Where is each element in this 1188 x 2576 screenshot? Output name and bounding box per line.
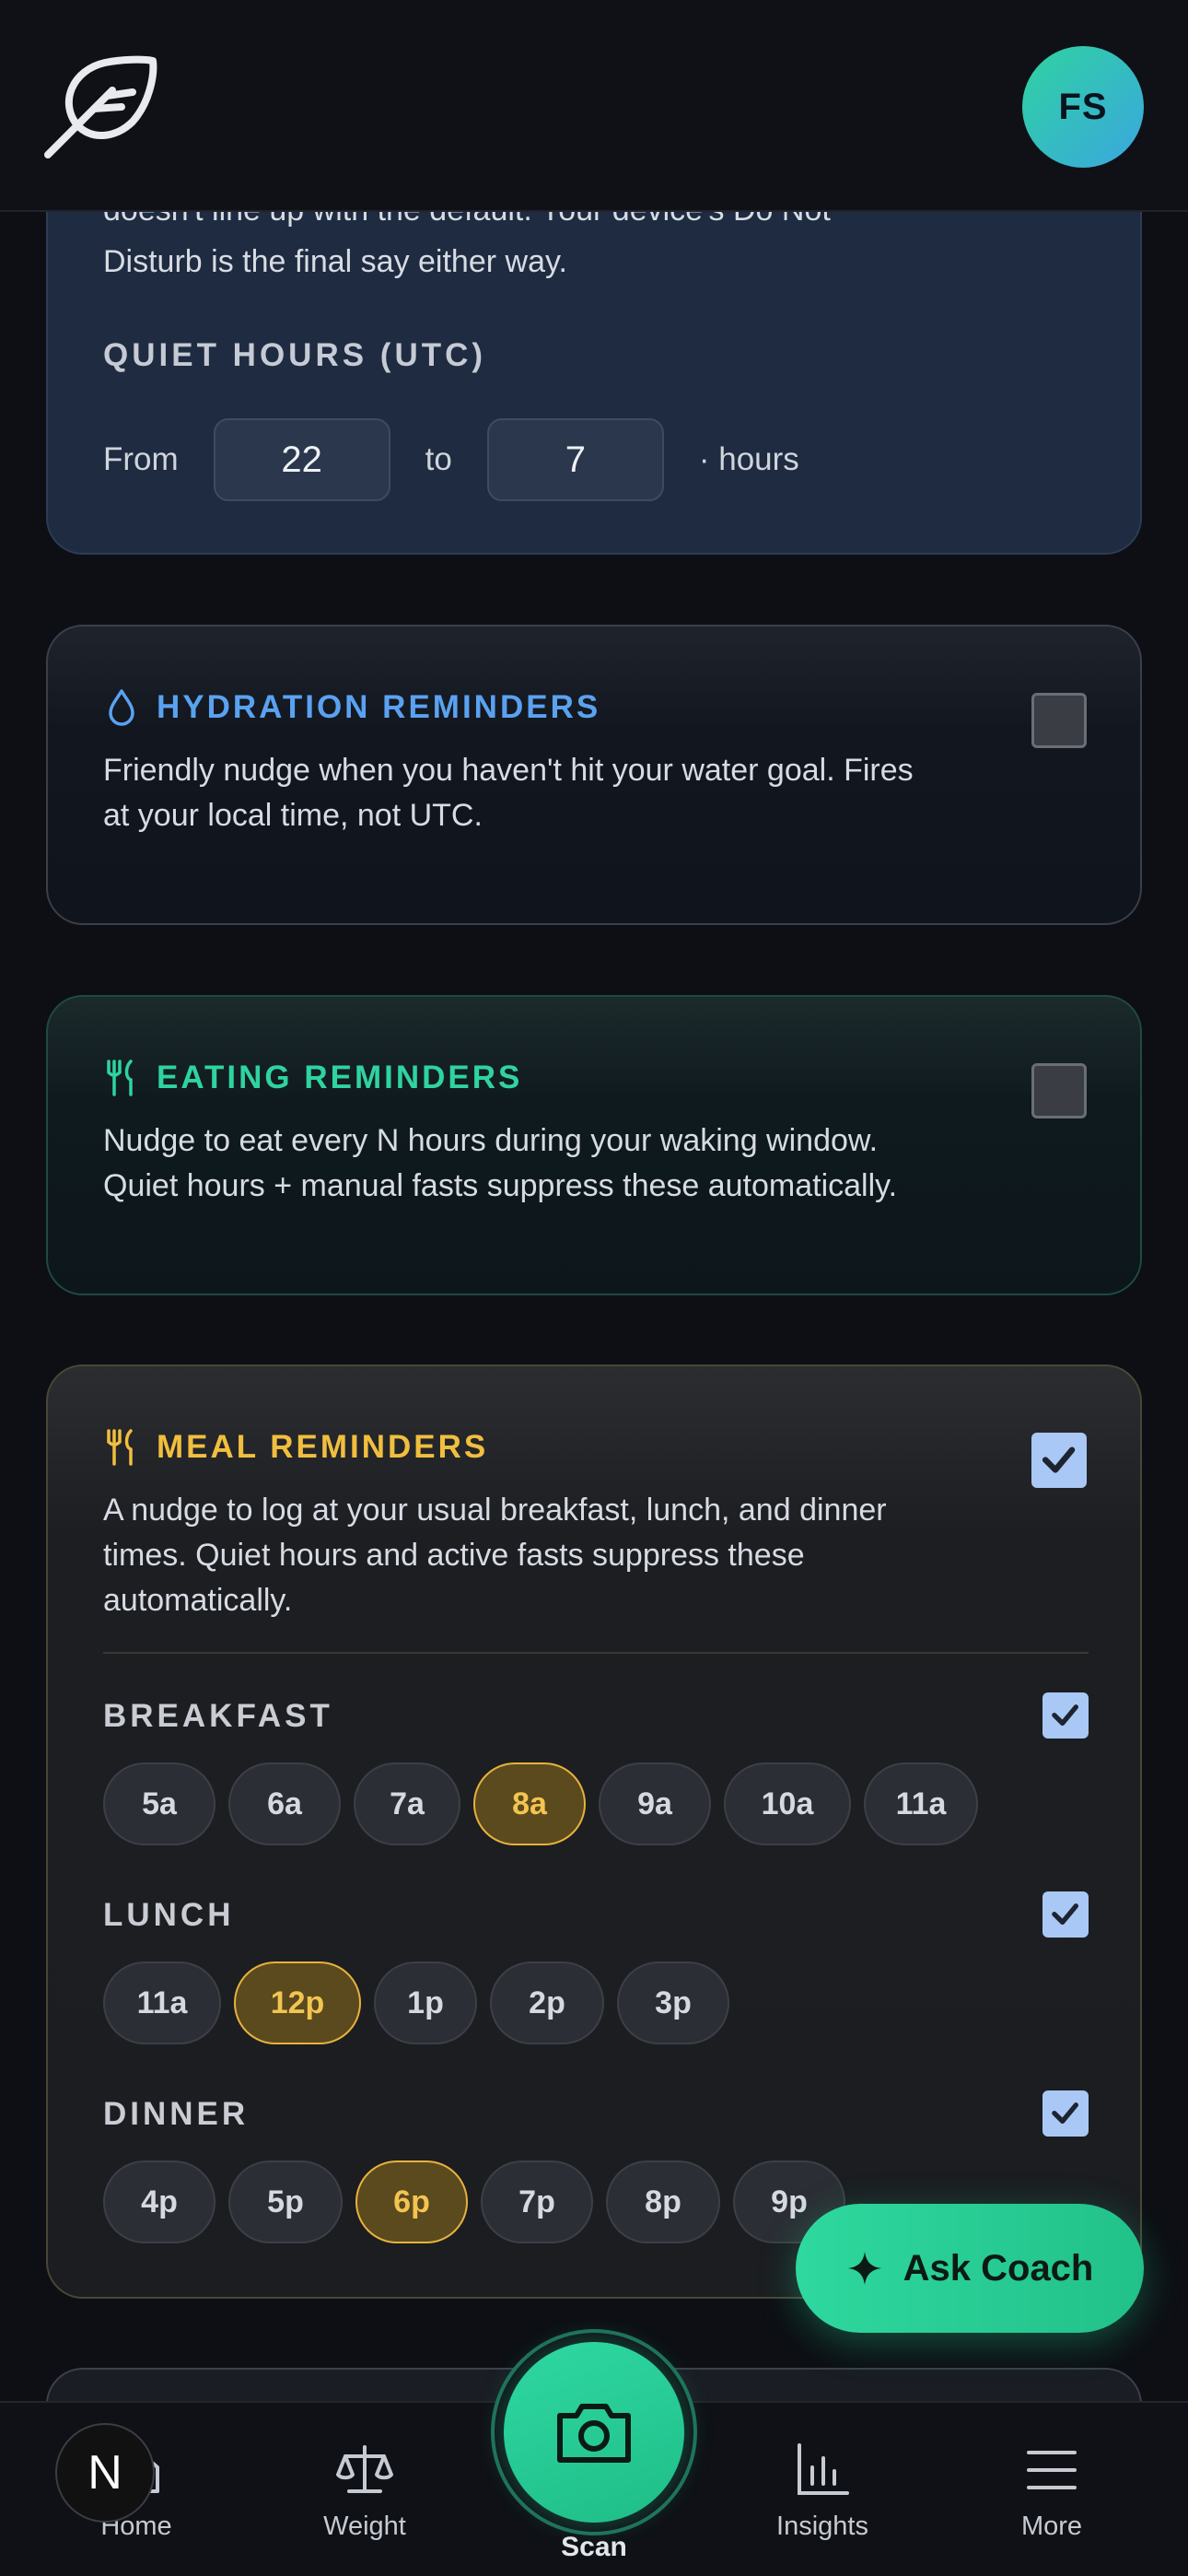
quiet-intro-line2: Disturb is the final say either way. — [103, 244, 567, 279]
dinner-chip[interactable]: 7p — [481, 2160, 593, 2243]
lunch-chip[interactable]: 2p — [490, 1961, 604, 2044]
n-badge-icon[interactable]: N — [55, 2423, 155, 2523]
ask-coach-label: Ask Coach — [903, 2247, 1094, 2289]
scan-label: Scan — [561, 2532, 627, 2562]
to-label: to — [425, 441, 452, 477]
meal-desc-line1: A nudge to log at your usual breakfast, … — [103, 1493, 887, 1528]
eating-title-row: EATING REMINDERS — [103, 1058, 522, 1098]
lunch-chip[interactable]: 1p — [374, 1961, 477, 2044]
breakfast-checkbox[interactable] — [1042, 1692, 1089, 1739]
meal-toggle-checkbox[interactable] — [1031, 1433, 1087, 1488]
eating-desc-line2: Quiet hours + manual fasts suppress thes… — [103, 1168, 898, 1203]
breakfast-time-chips: 5a 6a 7a 8a 9a 10a 11a — [103, 1762, 978, 1845]
dinner-chip[interactable]: 4p — [103, 2160, 215, 2243]
hydration-toggle-checkbox[interactable] — [1031, 693, 1087, 748]
meal-desc-line3: automatically. — [103, 1583, 293, 1618]
check-icon — [1052, 1704, 1079, 1727]
scale-icon — [336, 2445, 393, 2493]
hydration-title-row: HYDRATION REMINDERS — [103, 687, 600, 728]
nav-weight-label: Weight — [323, 2512, 406, 2541]
dinner-chip-selected[interactable]: 6p — [355, 2160, 468, 2243]
hydration-desc-line2: at your local time, not UTC. — [103, 798, 483, 833]
quiet-hours-label: QUIET HOURS (UTC) — [103, 337, 487, 373]
app-header: FS — [0, 0, 1188, 212]
meal-desc-line2: times. Quiet hours and active fasts supp… — [103, 1538, 805, 1573]
nav-insights-label: Insights — [776, 2512, 868, 2541]
quiet-from-input[interactable]: 22 — [213, 418, 390, 501]
check-icon — [1052, 1903, 1079, 1926]
lunch-chip-selected[interactable]: 12p — [234, 1961, 361, 2044]
nav-more-label: More — [1020, 2512, 1083, 2541]
breakfast-chip-selected[interactable]: 8a — [473, 1762, 586, 1845]
menu-icon — [1027, 2451, 1077, 2489]
check-icon — [1052, 2102, 1079, 2125]
breakfast-chip[interactable]: 11a — [864, 1762, 978, 1845]
dinner-chip[interactable]: 8p — [606, 2160, 720, 2243]
breakfast-chip[interactable]: 9a — [599, 1762, 711, 1845]
lunch-time-chips: 11a 12p 1p 2p 3p — [103, 1961, 729, 2044]
lunch-chip[interactable]: 3p — [617, 1961, 729, 2044]
hours-suffix: · hours — [698, 441, 799, 477]
fork-knife-icon — [107, 1060, 133, 1096]
fork-knife-icon — [107, 1429, 133, 1466]
nav-insights[interactable]: Insights — [749, 2440, 896, 2542]
water-drop-icon — [109, 689, 134, 726]
user-avatar[interactable]: FS — [1022, 46, 1144, 168]
breakfast-chip[interactable]: 6a — [228, 1762, 341, 1845]
scan-button[interactable] — [504, 2342, 684, 2523]
sparkle-icon — [847, 2252, 881, 2285]
dinner-checkbox[interactable] — [1042, 2090, 1089, 2137]
camera-icon — [557, 2404, 631, 2463]
meal-reminders-card: MEAL REMINDERS A nudge to log at your us… — [46, 1364, 1142, 2299]
lunch-chip[interactable]: 11a — [103, 1961, 221, 2044]
eating-reminders-card: EATING REMINDERS Nudge to eat every N ho… — [46, 995, 1142, 1295]
nav-more[interactable]: More — [978, 2440, 1125, 2542]
nav-weight[interactable]: Weight — [291, 2440, 438, 2542]
breakfast-chip[interactable]: 5a — [103, 1762, 215, 1845]
scan-button-ring — [491, 2329, 697, 2535]
check-icon — [1042, 1446, 1076, 1474]
eating-title: EATING REMINDERS — [157, 1060, 523, 1095]
ask-coach-button[interactable]: Ask Coach — [796, 2204, 1144, 2333]
meal-divider — [103, 1652, 1089, 1654]
breakfast-chip[interactable]: 10a — [724, 1762, 851, 1845]
hydration-desc-line1: Friendly nudge when you haven't hit your… — [103, 753, 914, 788]
bar-chart-icon — [798, 2443, 849, 2495]
meal-title-row: MEAL REMINDERS — [103, 1427, 488, 1468]
meal-title: MEAL REMINDERS — [157, 1429, 489, 1465]
hydration-reminders-card: HYDRATION REMINDERS Friendly nudge when … — [46, 625, 1142, 925]
quiet-hours-row: From 22 to 7 · hours — [103, 418, 799, 501]
eating-toggle-checkbox[interactable] — [1031, 1063, 1087, 1118]
from-label: From — [103, 441, 179, 477]
breakfast-label: BREAKFAST — [103, 1698, 333, 1734]
breakfast-chip[interactable]: 7a — [354, 1762, 460, 1845]
eating-desc-line1: Nudge to eat every N hours during your w… — [103, 1123, 879, 1158]
quiet-to-input[interactable]: 7 — [486, 418, 664, 501]
hydration-title: HYDRATION REMINDERS — [157, 689, 601, 725]
dinner-chip[interactable]: 5p — [228, 2160, 343, 2243]
lunch-label: LUNCH — [103, 1897, 235, 1933]
lunch-checkbox[interactable] — [1042, 1891, 1089, 1938]
dinner-label: DINNER — [103, 2096, 250, 2132]
leaf-logo-icon[interactable] — [41, 48, 160, 162]
dinner-time-chips: 4p 5p 6p 7p 8p 9p — [103, 2160, 845, 2243]
